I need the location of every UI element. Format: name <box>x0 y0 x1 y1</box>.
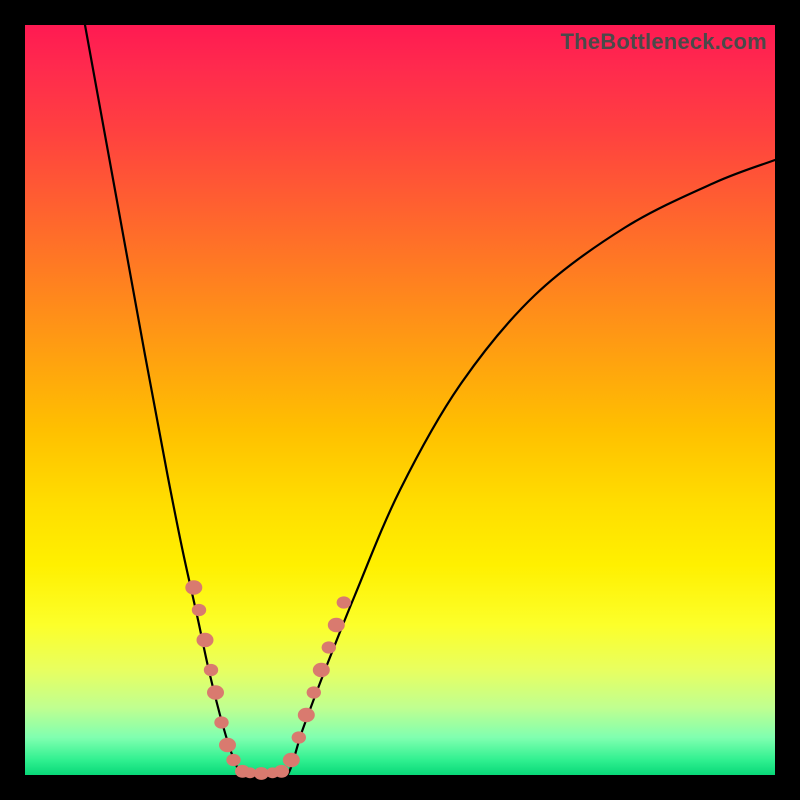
data-dot <box>226 754 240 766</box>
data-dot <box>185 580 202 594</box>
plot-area: TheBottleneck.com <box>25 25 775 775</box>
data-dot <box>337 596 351 608</box>
data-dot <box>204 664 218 676</box>
data-dot <box>274 765 289 778</box>
data-dot <box>283 753 300 767</box>
data-dot <box>292 731 306 743</box>
data-dot <box>192 604 206 616</box>
data-dot <box>207 685 224 699</box>
data-dot <box>313 663 330 677</box>
data-dot <box>197 633 214 647</box>
bottleneck-curve <box>25 25 775 775</box>
data-dot <box>328 618 345 632</box>
v-curve <box>85 25 775 778</box>
data-dot <box>214 716 228 728</box>
data-dot <box>307 686 321 698</box>
data-dot <box>219 738 236 752</box>
data-dot <box>322 641 336 653</box>
chart-frame: TheBottleneck.com <box>0 0 800 800</box>
data-dot <box>298 708 315 722</box>
